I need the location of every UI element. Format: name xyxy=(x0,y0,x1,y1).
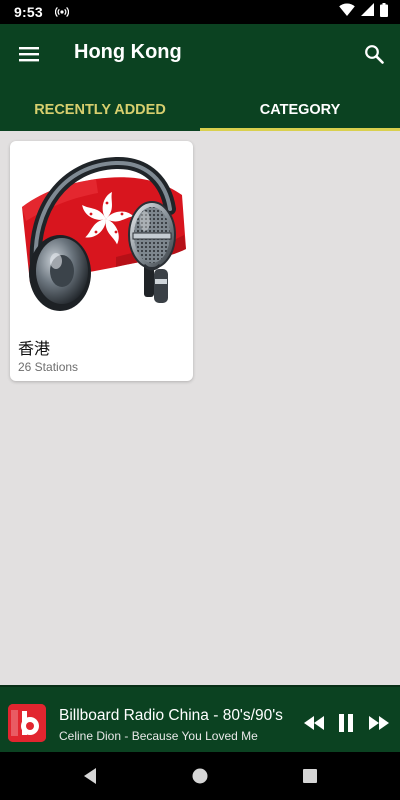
category-station-count: 26 Stations xyxy=(18,360,79,374)
billboard-logo xyxy=(8,704,46,742)
radio-broadcast-icon xyxy=(54,6,69,18)
status-time: 9:53 xyxy=(14,4,43,20)
category-image xyxy=(16,149,187,317)
tab-category[interactable]: CATEGORY xyxy=(200,88,400,131)
category-card[interactable]: 香港 26 Stations xyxy=(10,141,193,381)
selected-tab-indicator xyxy=(200,128,400,131)
tab-label: RECENTLY ADDED xyxy=(34,101,166,118)
app-bar: Hong Kong RECENTLY ADDED CATEGORY xyxy=(0,24,400,131)
recents-icon[interactable] xyxy=(299,766,321,786)
home-icon[interactable] xyxy=(189,766,211,786)
rewind-icon[interactable] xyxy=(301,711,327,735)
page-title: Hong Kong xyxy=(74,41,182,63)
fast-forward-icon[interactable] xyxy=(366,711,392,735)
pause-icon[interactable] xyxy=(333,711,359,735)
hamburger-menu-icon[interactable] xyxy=(14,40,44,68)
status-icons xyxy=(339,2,388,22)
back-icon[interactable] xyxy=(79,766,101,786)
tab-bar: RECENTLY ADDED CATEGORY xyxy=(0,88,400,131)
search-icon[interactable] xyxy=(360,40,388,68)
tab-recently-added[interactable]: RECENTLY ADDED xyxy=(0,88,200,131)
mini-player[interactable]: Billboard Radio China - 80's/90's Celine… xyxy=(0,685,400,752)
category-title: 香港 xyxy=(18,339,51,358)
battery-icon xyxy=(380,2,388,22)
now-playing-track: Celine Dion - Because You Loved Me xyxy=(59,729,258,743)
tab-label: CATEGORY xyxy=(259,101,341,118)
wifi-icon xyxy=(339,3,355,21)
system-nav-bar xyxy=(0,752,400,800)
signal-icon xyxy=(361,3,374,21)
status-bar: 9:53 xyxy=(0,0,400,24)
now-playing-station: Billboard Radio China - 80's/90's xyxy=(59,707,283,724)
